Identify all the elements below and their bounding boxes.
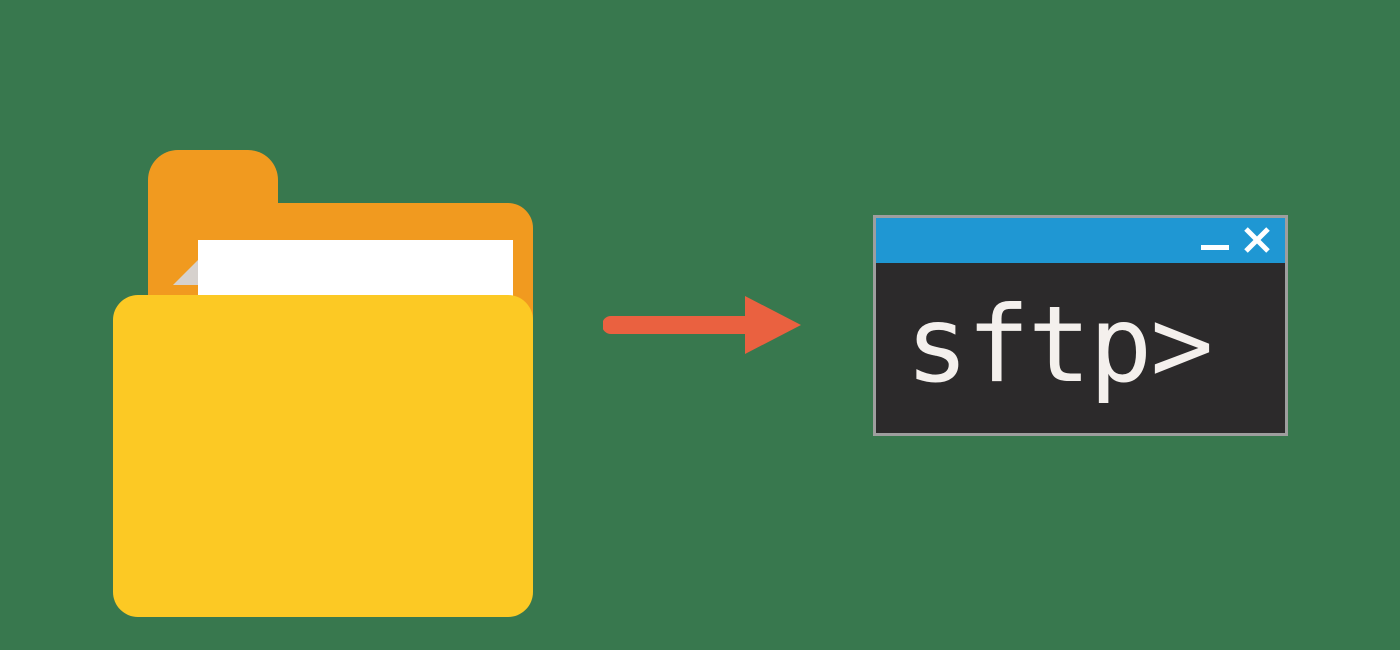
close-icon (1243, 226, 1271, 254)
minimize-icon (1201, 245, 1229, 250)
terminal-titlebar (876, 218, 1285, 263)
terminal-window: sftp> (873, 215, 1288, 436)
folder-icon (113, 125, 533, 525)
terminal-body: sftp> (876, 263, 1285, 433)
arrow-right-icon (603, 295, 803, 355)
terminal-prompt: sftp> (906, 293, 1255, 398)
